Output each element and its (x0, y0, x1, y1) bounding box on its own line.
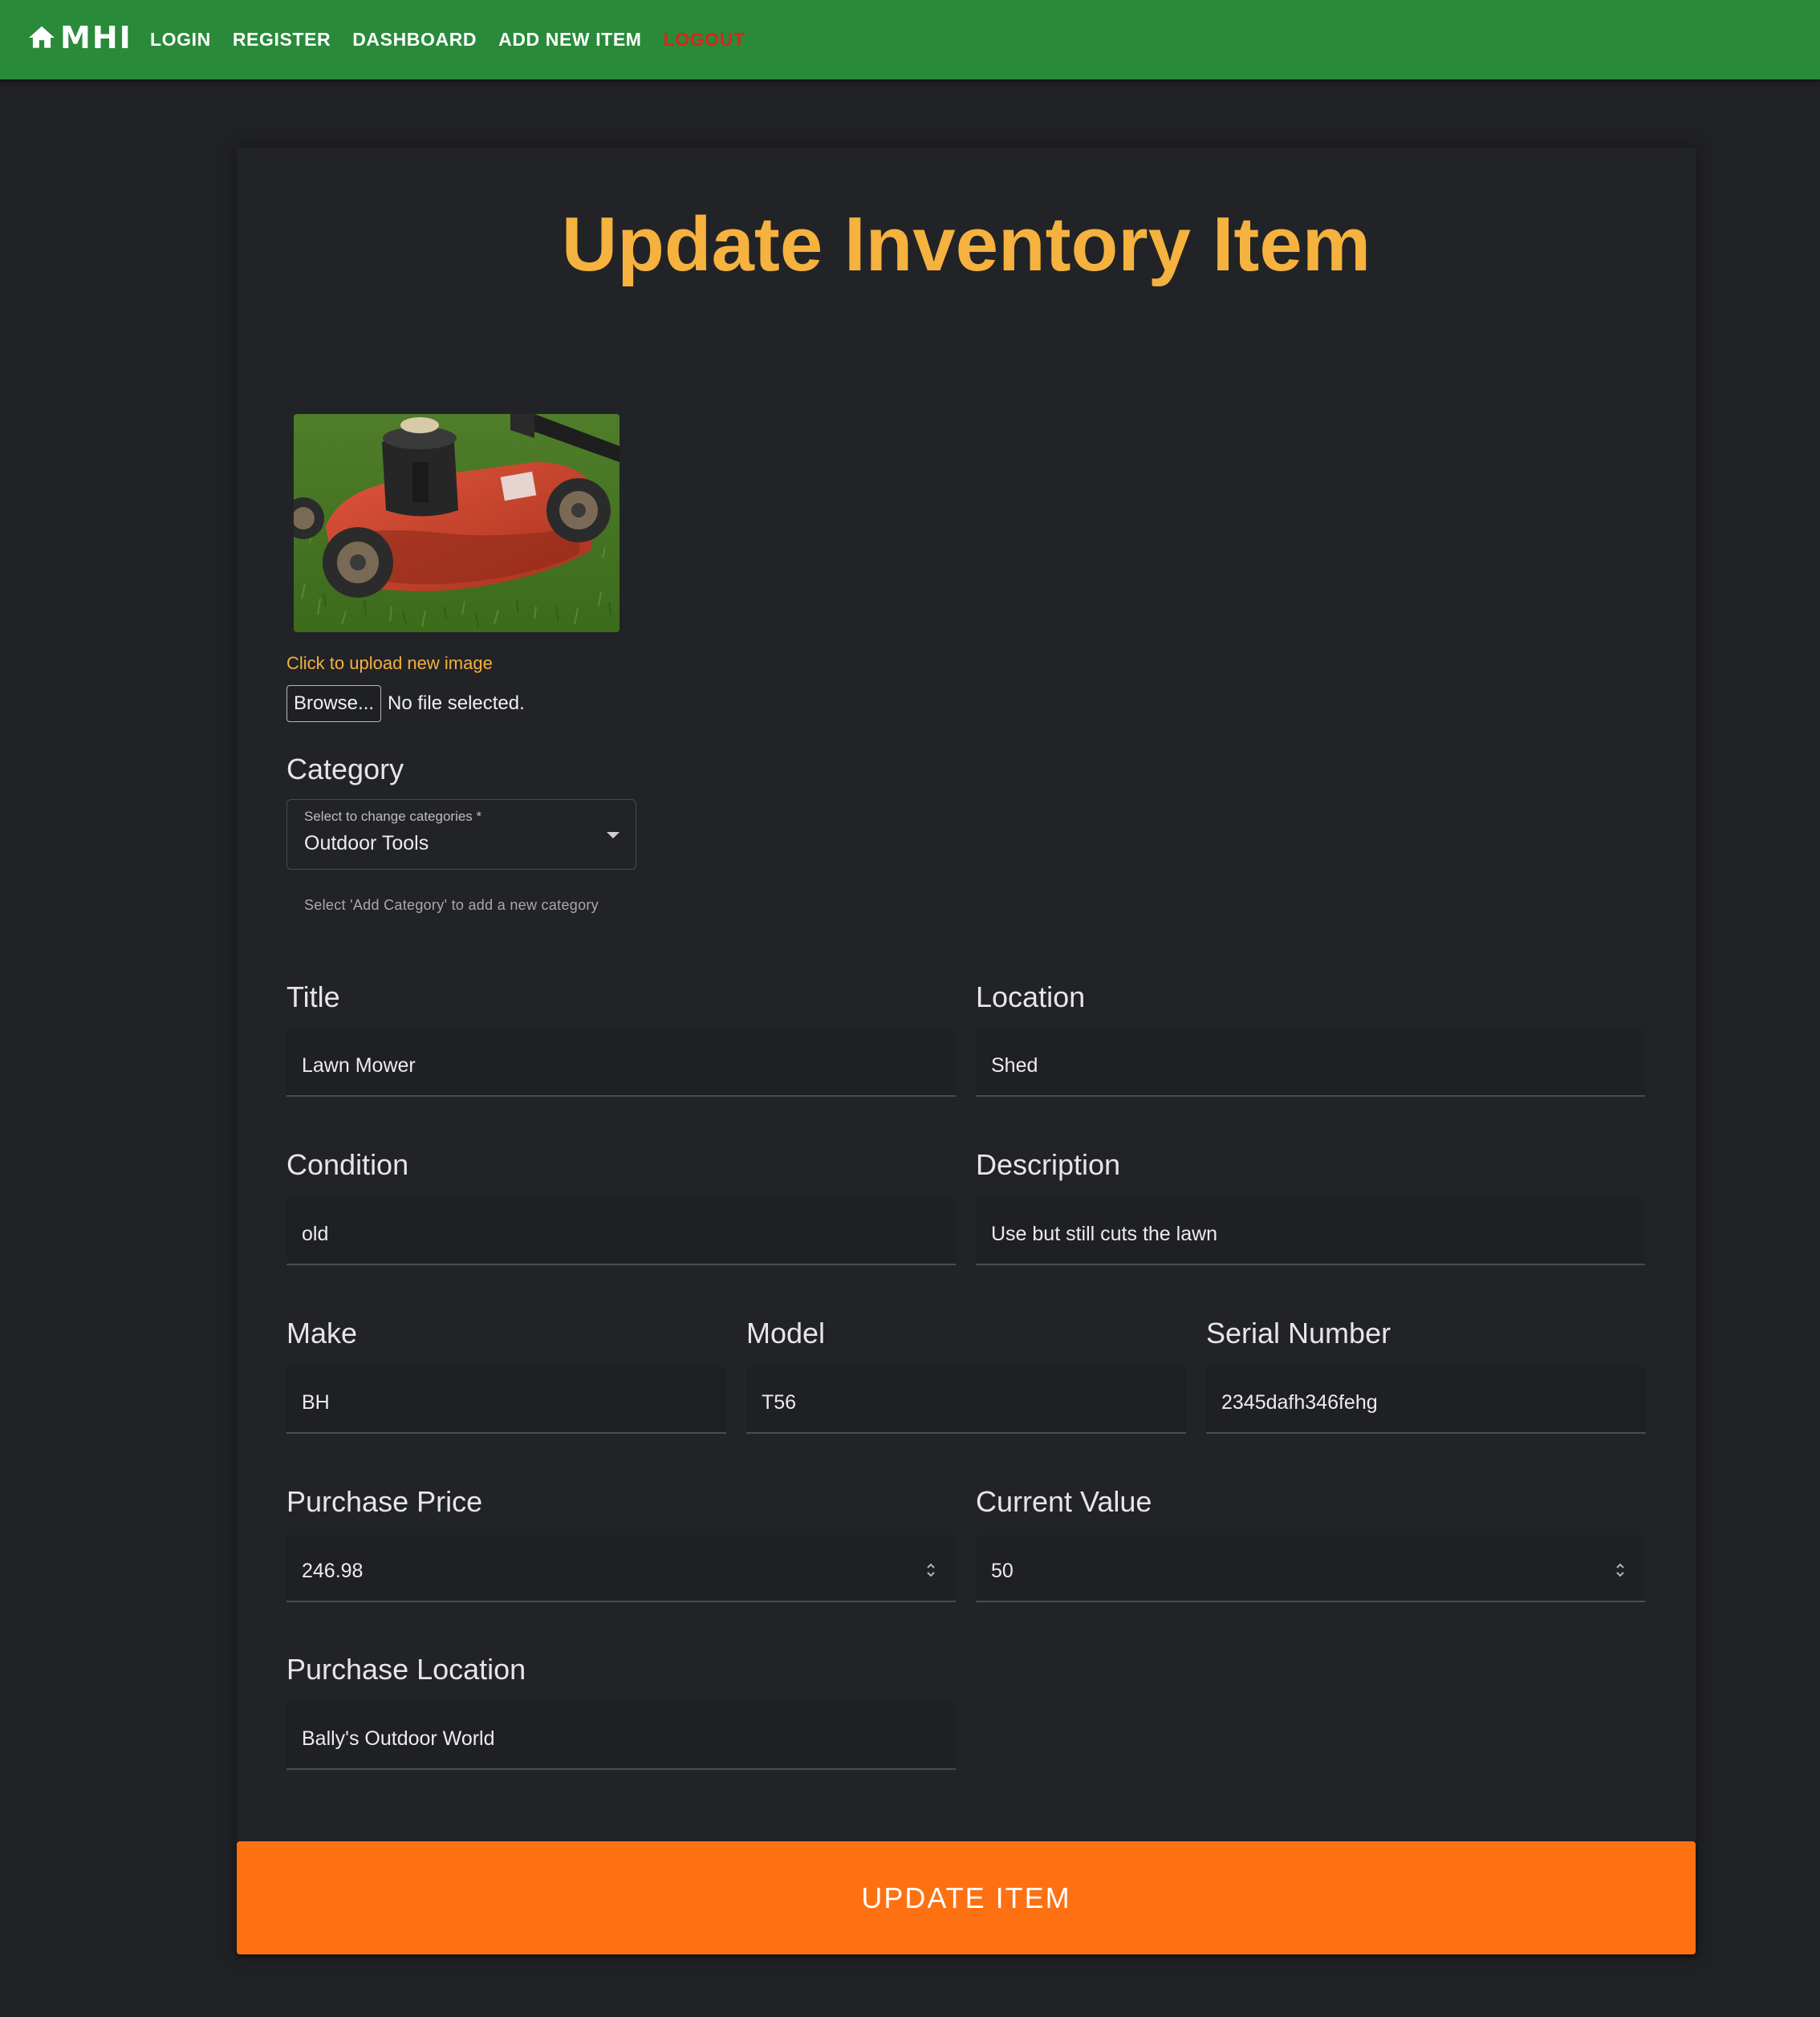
location-input[interactable] (991, 1029, 1604, 1095)
upload-image-label[interactable]: Click to upload new image (286, 653, 493, 674)
nav-add-new-item-link[interactable]: ADD NEW ITEM (498, 29, 641, 51)
category-select[interactable]: Select to change categories * Outdoor To… (286, 799, 636, 870)
model-label: Model (746, 1317, 826, 1349)
purchase-price-input[interactable] (302, 1535, 915, 1601)
category-select-label: Select to change categories * (304, 809, 482, 824)
category-heading: Category (286, 753, 404, 785)
item-image (294, 414, 620, 632)
brand-name: MHI (60, 20, 132, 55)
update-item-form-card: Update Inventory Item Click to upload ne… (237, 148, 1696, 1954)
model-field (746, 1366, 1186, 1434)
nav-dashboard-link[interactable]: DASHBOARD (352, 29, 477, 51)
category-helper-text: Select 'Add Category' to add a new categ… (304, 897, 599, 913)
description-label: Description (976, 1148, 1121, 1181)
home-icon (29, 26, 55, 48)
location-field (976, 1029, 1645, 1097)
description-field (976, 1198, 1645, 1265)
nav-login-link[interactable]: LOGIN (150, 29, 211, 51)
nav-logout-link[interactable]: LOGOUT (664, 29, 745, 51)
serial-number-field (1206, 1366, 1646, 1434)
update-item-button[interactable]: UPDATE ITEM (237, 1841, 1696, 1954)
purchase-price-label: Purchase Price (286, 1485, 483, 1518)
current-value-input[interactable] (991, 1535, 1604, 1601)
location-label: Location (976, 980, 1086, 1013)
purchase-location-input[interactable] (302, 1702, 915, 1768)
browse-button[interactable]: Browse... (286, 685, 382, 722)
nav-links: LOGIN REGISTER DASHBOARD ADD NEW ITEM LO… (150, 0, 767, 79)
current-value-label: Current Value (976, 1485, 1152, 1518)
file-upload-control: Browse... No file selected. (286, 685, 525, 722)
title-label: Title (286, 980, 340, 1013)
title-input[interactable] (302, 1029, 915, 1095)
make-input[interactable] (302, 1366, 685, 1432)
condition-label: Condition (286, 1148, 409, 1181)
title-field (286, 1029, 956, 1097)
current-value-field (976, 1535, 1645, 1602)
model-input[interactable] (762, 1366, 1145, 1432)
make-label: Make (286, 1317, 358, 1349)
file-status-text: No file selected. (388, 692, 525, 714)
purchase-price-field (286, 1535, 956, 1602)
condition-input[interactable] (302, 1198, 915, 1264)
nav-register-link[interactable]: REGISTER (233, 29, 331, 51)
description-input[interactable] (991, 1198, 1604, 1264)
purchase-location-field (286, 1702, 956, 1770)
category-select-value: Outdoor Tools (304, 832, 429, 854)
purchase-location-label: Purchase Location (286, 1653, 526, 1686)
serial-number-label: Serial Number (1206, 1317, 1391, 1349)
condition-field (286, 1198, 956, 1265)
page-title: Update Inventory Item (561, 201, 1371, 287)
number-spinner-icon[interactable] (925, 1561, 936, 1579)
brand-logo[interactable]: MHI (26, 22, 132, 54)
make-field (286, 1366, 726, 1434)
number-spinner-icon[interactable] (1615, 1561, 1626, 1579)
serial-number-input[interactable] (1221, 1366, 1605, 1432)
top-navbar: MHI LOGIN REGISTER DASHBOARD ADD NEW ITE… (0, 0, 1820, 79)
caret-down-icon (607, 832, 620, 838)
